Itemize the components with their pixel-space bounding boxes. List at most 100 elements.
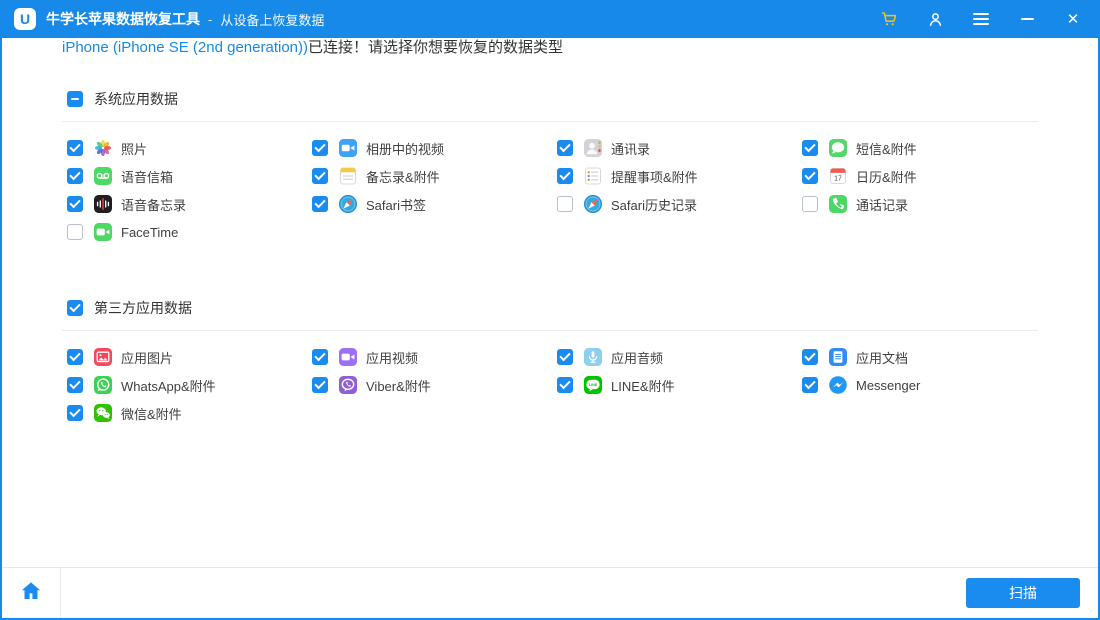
data-type-item[interactable]: 备忘录&附件 bbox=[312, 162, 557, 190]
titlebar: U 牛学长苹果数据恢复工具 - 从设备上恢复数据 ✕ bbox=[0, 0, 1100, 38]
data-type-item[interactable]: FaceTime bbox=[67, 218, 312, 246]
data-type-item[interactable]: 应用音频 bbox=[557, 343, 802, 371]
voicemail-icon bbox=[93, 166, 113, 186]
checkbox[interactable] bbox=[312, 349, 328, 365]
close-icon[interactable]: ✕ bbox=[1062, 8, 1084, 30]
data-type-label: 应用视频 bbox=[366, 350, 419, 366]
data-type-label: LINE&附件 bbox=[611, 378, 675, 394]
data-type-item[interactable]: 提醒事项&附件 bbox=[557, 162, 802, 190]
checkbox[interactable] bbox=[312, 168, 328, 184]
checkbox[interactable] bbox=[67, 377, 83, 393]
reminders-icon bbox=[583, 166, 603, 186]
checkbox[interactable] bbox=[67, 140, 83, 156]
data-type-item[interactable]: Viber&附件 bbox=[312, 371, 557, 399]
album-video-icon bbox=[338, 138, 358, 158]
data-type-item[interactable]: Messenger bbox=[802, 371, 1047, 399]
page-title: iPhone (iPhone SE (2nd generation))已连接！请… bbox=[62, 36, 1098, 57]
data-type-item[interactable]: 语音信箱 bbox=[67, 162, 312, 190]
checkbox[interactable] bbox=[802, 196, 818, 212]
checkbox[interactable] bbox=[67, 405, 83, 421]
checkbox[interactable] bbox=[802, 377, 818, 393]
data-type-item[interactable]: Safari历史记录 bbox=[557, 190, 802, 218]
checkbox[interactable] bbox=[557, 349, 573, 365]
title-separator: - bbox=[208, 11, 213, 27]
data-type-label: 备忘录&附件 bbox=[366, 169, 440, 185]
voice-memos-icon bbox=[93, 194, 113, 214]
calendar-icon: 17 bbox=[828, 166, 848, 186]
data-section: 系统应用数据照片 相册中的视频 通讯录 短信&附件语音信箱 备忘录&附件 提醒事项&附件 1… bbox=[2, 89, 1098, 246]
checkbox[interactable] bbox=[802, 168, 818, 184]
data-type-label: 日历&附件 bbox=[856, 169, 917, 185]
data-type-label: Safari书签 bbox=[366, 197, 426, 213]
scan-button[interactable]: 扫描 bbox=[966, 578, 1080, 608]
checkbox[interactable] bbox=[557, 377, 573, 393]
data-type-item[interactable]: 17 日历&附件 bbox=[802, 162, 1047, 190]
data-type-item[interactable]: 应用视频 bbox=[312, 343, 557, 371]
data-type-item[interactable]: 相册中的视频 bbox=[312, 134, 557, 162]
checkbox[interactable] bbox=[67, 224, 83, 240]
section-divider bbox=[62, 330, 1038, 331]
checkbox[interactable] bbox=[67, 168, 83, 184]
data-type-item[interactable]: 短信&附件 bbox=[802, 134, 1047, 162]
connected-message: 已连接！请选择你想要恢复的数据类型 bbox=[308, 39, 564, 56]
section-header: 系统应用数据 bbox=[67, 89, 1098, 109]
facetime-icon bbox=[93, 222, 113, 242]
menu-icon[interactable] bbox=[970, 8, 992, 30]
section-checkbox[interactable] bbox=[67, 300, 83, 316]
checkbox[interactable] bbox=[67, 349, 83, 365]
checkbox[interactable] bbox=[802, 140, 818, 156]
data-type-item[interactable]: 照片 bbox=[67, 134, 312, 162]
data-type-label: 相册中的视频 bbox=[366, 141, 445, 157]
checkbox[interactable] bbox=[557, 140, 573, 156]
user-icon[interactable] bbox=[924, 8, 946, 30]
data-type-label: Safari历史记录 bbox=[611, 197, 697, 213]
data-type-label: FaceTime bbox=[121, 224, 179, 240]
safari-icon bbox=[338, 194, 358, 214]
cart-icon[interactable] bbox=[878, 8, 900, 30]
checkbox[interactable] bbox=[312, 140, 328, 156]
checkbox[interactable] bbox=[802, 349, 818, 365]
section-checkbox[interactable] bbox=[67, 91, 83, 107]
checkbox[interactable] bbox=[557, 168, 573, 184]
data-type-label: 应用音频 bbox=[611, 350, 664, 366]
home-icon bbox=[19, 579, 43, 608]
device-name: iPhone (iPhone SE (2nd generation)) bbox=[62, 39, 308, 56]
data-type-label: 应用图片 bbox=[121, 350, 174, 366]
app-doc-icon bbox=[828, 347, 848, 367]
data-type-label: Viber&附件 bbox=[366, 378, 431, 394]
minimize-icon[interactable] bbox=[1016, 8, 1038, 30]
messenger-icon bbox=[828, 375, 848, 395]
checkbox[interactable] bbox=[557, 196, 573, 212]
app-audio-icon bbox=[583, 347, 603, 367]
data-type-label: 语音备忘录 bbox=[121, 197, 187, 213]
svg-text:17: 17 bbox=[834, 176, 842, 183]
data-type-label: 语音信箱 bbox=[121, 169, 174, 185]
checkbox[interactable] bbox=[67, 196, 83, 212]
data-type-label: 微信&附件 bbox=[121, 406, 182, 422]
svg-text:LINE: LINE bbox=[589, 383, 598, 387]
data-type-item[interactable]: 通话记录 bbox=[802, 190, 1047, 218]
checkbox[interactable] bbox=[312, 377, 328, 393]
app-video-icon bbox=[338, 347, 358, 367]
app-window: U 牛学长苹果数据恢复工具 - 从设备上恢复数据 ✕ iPhone (iPhon… bbox=[0, 0, 1100, 620]
checkbox[interactable] bbox=[312, 196, 328, 212]
data-type-label: 通话记录 bbox=[856, 197, 909, 213]
line-icon: LINE bbox=[583, 375, 603, 395]
data-type-item[interactable]: Safari书签 bbox=[312, 190, 557, 218]
data-type-item[interactable]: 应用文档 bbox=[802, 343, 1047, 371]
data-type-label: 提醒事项&附件 bbox=[611, 169, 698, 185]
footer-bar: 扫描 bbox=[2, 567, 1098, 618]
safari-icon bbox=[583, 194, 603, 214]
data-type-item[interactable]: 微信&附件 bbox=[67, 399, 312, 427]
data-type-item[interactable]: 应用图片 bbox=[67, 343, 312, 371]
data-type-item[interactable]: 语音备忘录 bbox=[67, 190, 312, 218]
data-type-item[interactable]: LINE LINE&附件 bbox=[557, 371, 802, 399]
data-type-grid: 应用图片 应用视频 应用音频 应用文档 WhatsApp&附件 Viber&附件 LINE L… bbox=[67, 343, 1098, 427]
section-divider bbox=[62, 121, 1038, 122]
home-button[interactable] bbox=[2, 568, 61, 618]
data-type-label: Messenger bbox=[856, 377, 921, 393]
data-type-item[interactable]: 通讯录 bbox=[557, 134, 802, 162]
data-type-item[interactable]: WhatsApp&附件 bbox=[67, 371, 312, 399]
section-header: 第三方应用数据 bbox=[67, 298, 1098, 318]
wechat-icon bbox=[93, 403, 113, 423]
